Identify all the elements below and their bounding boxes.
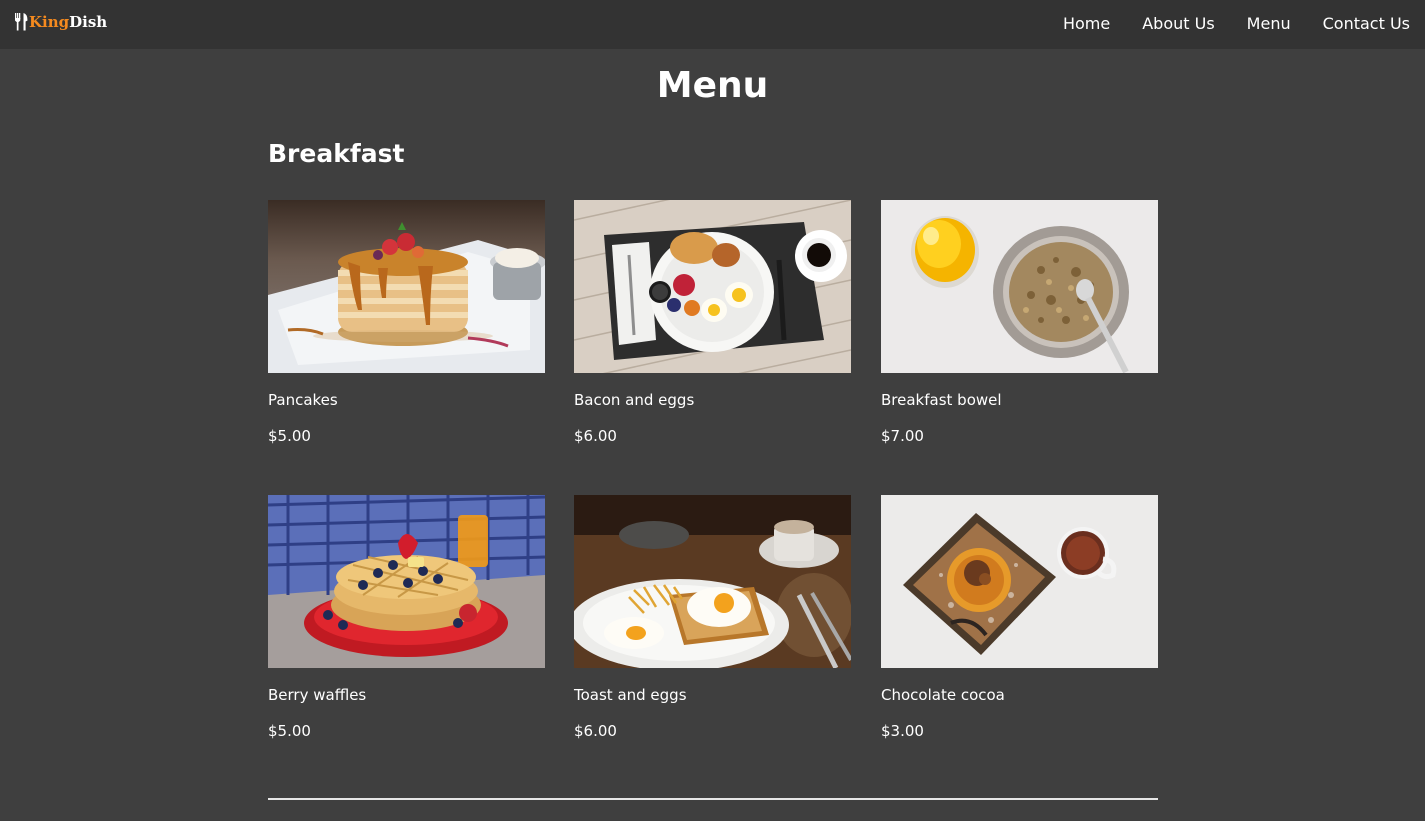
menu-item: Berry waffles $5.00 [268,495,545,740]
item-price: $6.00 [574,722,617,740]
item-name: Bacon and eggs [574,391,695,409]
menu-item: Bacon and eggs $6.00 [574,200,851,445]
pancakes-photo [268,200,545,373]
brand-name-king: King [29,13,70,31]
utensils-icon [15,13,28,31]
item-name: Chocolate cocoa [881,686,1005,704]
bacon-and-eggs-photo [574,200,851,373]
toast-and-eggs-photo [574,495,851,668]
page-title: Menu [656,65,769,106]
item-price: $7.00 [881,427,924,445]
menu-item: Breakfast bowel $7.00 [881,200,1158,445]
item-price: $5.00 [268,722,311,740]
nav-home-link[interactable]: Home [1063,13,1110,35]
item-name: Breakfast bowel [881,391,1002,409]
brand-logo[interactable]: King Dish [14,13,107,31]
nav-about-us-link[interactable]: About Us [1142,13,1214,35]
nav-menu-link[interactable]: Menu [1247,13,1291,35]
item-name: Toast and eggs [574,686,687,704]
menu-item: Pancakes $5.00 [268,200,545,445]
brand-name-dish: Dish [69,13,108,31]
menu-item: Chocolate cocoa $3.00 [881,495,1158,740]
top-navbar: King Dish Home About Us Menu Contact Us [0,0,1425,49]
item-name: Berry waffles [268,686,367,704]
section-title-breakfast: Breakfast [268,139,405,168]
berry-waffles-photo [268,495,545,668]
breakfast-bowel-photo [881,200,1158,373]
item-price: $6.00 [574,427,617,445]
section-divider [268,798,1158,800]
main-nav: Home About Us Menu Contact Us [1063,13,1410,35]
item-price: $3.00 [881,722,924,740]
item-name: Pancakes [268,391,338,409]
nav-contact-us-link[interactable]: Contact Us [1323,13,1410,35]
item-price: $5.00 [268,427,311,445]
chocolate-cocoa-photo [881,495,1158,668]
menu-item: Toast and eggs $6.00 [574,495,851,740]
